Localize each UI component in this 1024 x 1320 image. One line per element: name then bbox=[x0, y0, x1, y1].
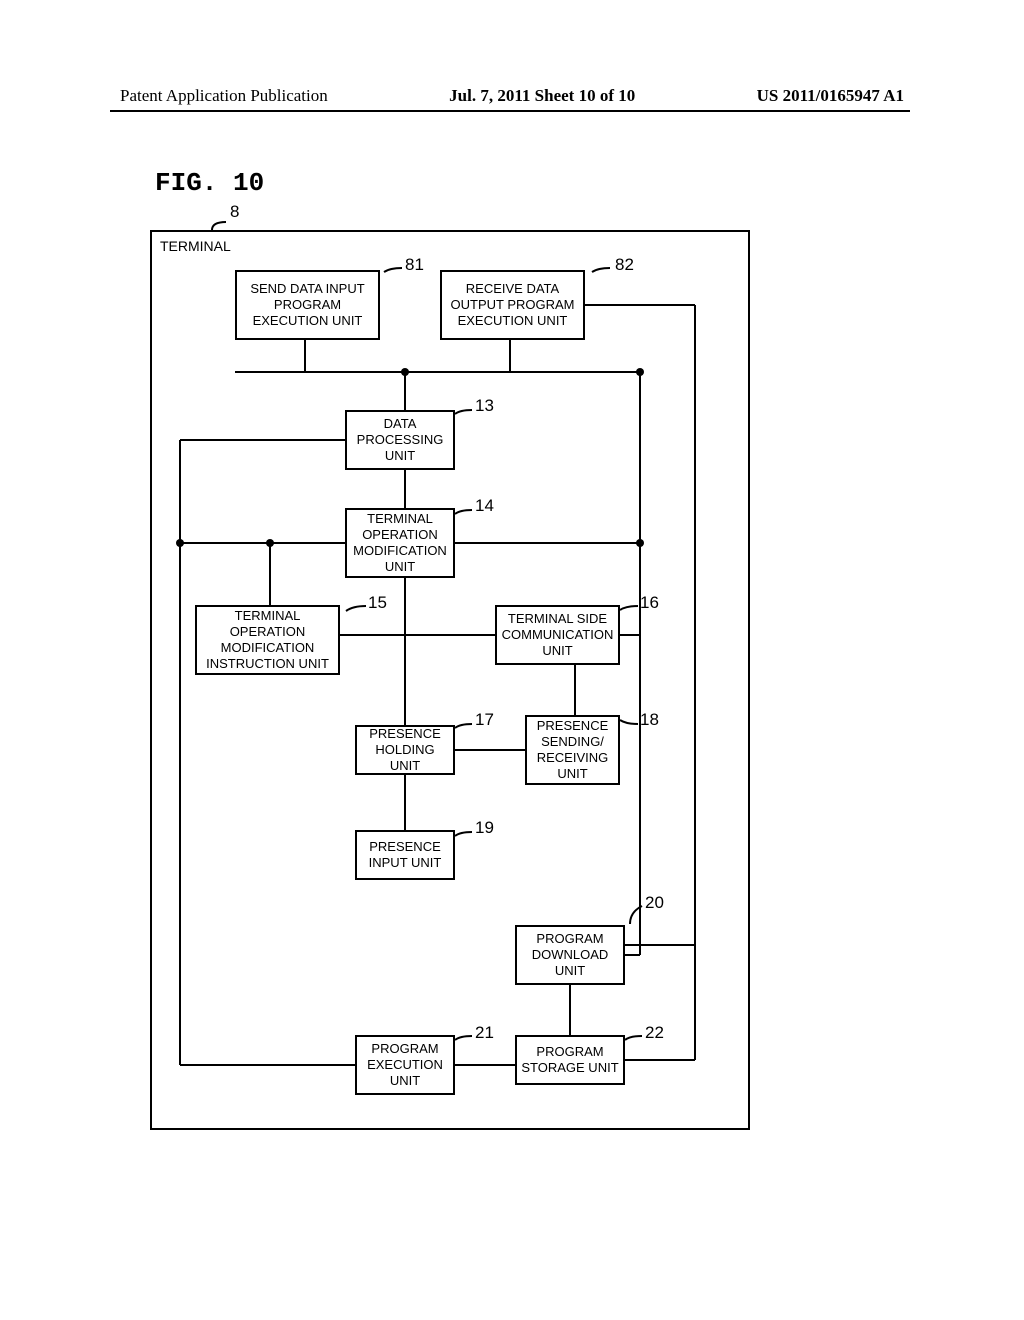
box-82: RECEIVE DATAOUTPUT PROGRAMEXECUTION UNIT bbox=[440, 270, 585, 340]
label-14: TERMINALOPERATIONMODIFICATIONUNIT bbox=[353, 511, 447, 576]
ref-8: 8 bbox=[230, 202, 239, 222]
ref-13: 13 bbox=[475, 396, 494, 416]
box-13: DATAPROCESSINGUNIT bbox=[345, 410, 455, 470]
label-21: PROGRAMEXECUTIONUNIT bbox=[367, 1041, 443, 1090]
ref-15: 15 bbox=[368, 593, 387, 613]
label-17: PRESENCEHOLDING UNIT bbox=[361, 726, 449, 775]
terminal-outer-box bbox=[150, 230, 750, 1130]
box-19: PRESENCEINPUT UNIT bbox=[355, 830, 455, 880]
label-15: TERMINALOPERATIONMODIFICATIONINSTRUCTION… bbox=[206, 608, 329, 673]
box-20: PROGRAMDOWNLOADUNIT bbox=[515, 925, 625, 985]
ref-82: 82 bbox=[615, 255, 634, 275]
label-19: PRESENCEINPUT UNIT bbox=[369, 839, 442, 872]
label-18: PRESENCESENDING/RECEIVINGUNIT bbox=[537, 718, 609, 783]
box-18: PRESENCESENDING/RECEIVINGUNIT bbox=[525, 715, 620, 785]
page: Patent Application Publication Jul. 7, 2… bbox=[0, 0, 1024, 1320]
ref-16: 16 bbox=[640, 593, 659, 613]
header-left: Patent Application Publication bbox=[120, 86, 328, 106]
box-14: TERMINALOPERATIONMODIFICATIONUNIT bbox=[345, 508, 455, 578]
ref-21: 21 bbox=[475, 1023, 494, 1043]
box-21: PROGRAMEXECUTIONUNIT bbox=[355, 1035, 455, 1095]
label-22: PROGRAMSTORAGE UNIT bbox=[521, 1044, 618, 1077]
terminal-label: TERMINAL bbox=[160, 238, 231, 254]
label-16: TERMINAL SIDECOMMUNICATIONUNIT bbox=[502, 611, 614, 660]
box-16: TERMINAL SIDECOMMUNICATIONUNIT bbox=[495, 605, 620, 665]
header-rule bbox=[110, 110, 910, 112]
ref-20: 20 bbox=[645, 893, 664, 913]
box-81: SEND DATA INPUTPROGRAMEXECUTION UNIT bbox=[235, 270, 380, 340]
label-81: SEND DATA INPUTPROGRAMEXECUTION UNIT bbox=[250, 281, 364, 330]
header-center: Jul. 7, 2011 Sheet 10 of 10 bbox=[449, 86, 635, 106]
box-15: TERMINALOPERATIONMODIFICATIONINSTRUCTION… bbox=[195, 605, 340, 675]
ref-22: 22 bbox=[645, 1023, 664, 1043]
header-right: US 2011/0165947 A1 bbox=[757, 86, 904, 106]
figure-label: FIG. 10 bbox=[155, 168, 264, 198]
ref-19: 19 bbox=[475, 818, 494, 838]
ref-18: 18 bbox=[640, 710, 659, 730]
label-82: RECEIVE DATAOUTPUT PROGRAMEXECUTION UNIT bbox=[451, 281, 575, 330]
box-17: PRESENCEHOLDING UNIT bbox=[355, 725, 455, 775]
ref-17: 17 bbox=[475, 710, 494, 730]
diagram-canvas: TERMINAL 8 SEND DATA INPUTPROGRAMEXECUTI… bbox=[140, 200, 760, 1140]
page-header: Patent Application Publication Jul. 7, 2… bbox=[0, 86, 1024, 106]
label-13: DATAPROCESSINGUNIT bbox=[357, 416, 444, 465]
box-22: PROGRAMSTORAGE UNIT bbox=[515, 1035, 625, 1085]
ref-14: 14 bbox=[475, 496, 494, 516]
ref-81: 81 bbox=[405, 255, 424, 275]
label-20: PROGRAMDOWNLOADUNIT bbox=[532, 931, 609, 980]
